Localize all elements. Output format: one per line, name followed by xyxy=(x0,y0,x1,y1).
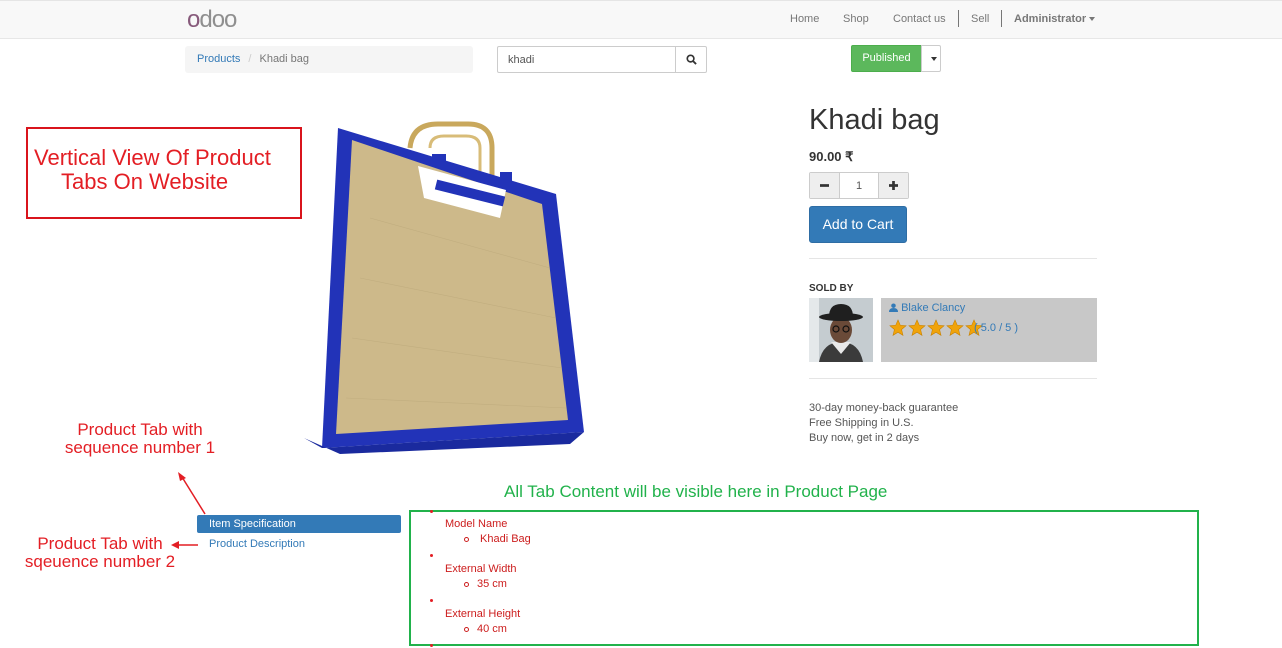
minus-icon xyxy=(820,184,829,187)
star-icon xyxy=(927,319,945,336)
increase-quantity-button[interactable] xyxy=(879,173,908,198)
bullet-circle-icon xyxy=(464,627,469,632)
nav-contact-link[interactable]: Contact us xyxy=(893,13,946,25)
bullet-icon xyxy=(430,599,433,602)
star-icon xyxy=(946,319,964,336)
rating-value: ( 5.0 / 5 ) xyxy=(974,322,1019,334)
spec-name: External Height xyxy=(445,608,521,620)
user-icon xyxy=(889,303,898,312)
annotation-tab2-line2: sqeuence number 2 xyxy=(24,552,176,571)
delivery-text: Buy now, get in 2 days xyxy=(809,432,920,444)
seller-card: Blake Clancy ( 5.0 / 5 ) xyxy=(881,298,1097,362)
divider xyxy=(809,258,1097,259)
search-icon xyxy=(685,54,697,65)
sold-by-label: SOLD BY xyxy=(809,283,854,294)
search-button[interactable] xyxy=(675,46,707,73)
bullet-icon xyxy=(430,554,433,557)
published-toggle-button[interactable]: Published xyxy=(851,45,922,72)
breadcrumb-separator: / xyxy=(248,53,252,65)
add-to-cart-button[interactable]: Add to Cart xyxy=(809,206,907,243)
user-menu[interactable]: Administrator xyxy=(1014,13,1096,25)
breadcrumb-products-link[interactable]: Products xyxy=(197,53,240,65)
nav-divider xyxy=(958,10,959,27)
search-input[interactable] xyxy=(497,46,676,73)
breadcrumb: Products / Khadi bag xyxy=(185,46,473,73)
plus-icon xyxy=(889,181,898,190)
quantity-input[interactable] xyxy=(839,173,879,198)
bullet-circle-icon xyxy=(464,582,469,587)
tab-item-specification[interactable]: Item Specification xyxy=(197,515,401,533)
bullet-icon xyxy=(430,644,433,647)
spec-value: 40 cm xyxy=(477,623,507,635)
nav-sell-link[interactable]: Sell xyxy=(971,13,989,25)
annotation-content-note: All Tab Content will be visible here in … xyxy=(504,482,888,501)
star-icon xyxy=(908,319,926,336)
nav-shop-link[interactable]: Shop xyxy=(843,13,869,25)
breadcrumb-current: Khadi bag xyxy=(259,53,310,65)
tab-product-description[interactable]: Product Description xyxy=(209,538,305,550)
bullet-icon xyxy=(430,510,433,513)
nav-home-link[interactable]: Home xyxy=(790,13,819,25)
spec-name: External Width xyxy=(445,563,517,575)
nav-divider xyxy=(1001,10,1002,27)
guarantee-text: 30-day money-back guarantee xyxy=(809,402,959,414)
annotation-tab1-line1: Product Tab with xyxy=(77,420,203,439)
spec-name: Model Name xyxy=(445,518,508,530)
rating-stars xyxy=(889,319,983,337)
divider xyxy=(809,378,1097,379)
quantity-stepper xyxy=(809,172,909,199)
star-icon xyxy=(889,319,907,336)
seller-link[interactable]: Blake Clancy xyxy=(889,302,965,314)
spec-value: Khadi Bag xyxy=(480,533,531,545)
annotation-tab1-line2: sequence number 1 xyxy=(64,438,216,457)
chevron-down-icon xyxy=(1089,17,1096,22)
spec-value: 35 cm xyxy=(477,578,507,590)
annotation-title-line2: Tabs On Website xyxy=(61,169,229,194)
product-title: Khadi bag xyxy=(809,104,940,136)
product-price: 90.00 ₹ xyxy=(809,149,854,164)
seller-avatar[interactable] xyxy=(809,298,873,362)
user-name: Administrator xyxy=(1014,13,1087,25)
annotation-tab2-line1: Product Tab with xyxy=(37,534,163,553)
publish-dropdown-button[interactable] xyxy=(921,45,941,72)
decrease-quantity-button[interactable] xyxy=(810,173,839,198)
product-page: odoo Home Shop Contact us Sell Administr… xyxy=(0,0,1282,648)
bullet-circle-icon xyxy=(464,537,469,542)
seller-name: Blake Clancy xyxy=(901,302,966,314)
top-navbar: odoo Home Shop Contact us Sell Administr… xyxy=(0,0,1282,39)
chevron-down-icon xyxy=(931,57,937,61)
arrow-icon xyxy=(178,472,206,515)
odoo-logo[interactable]: odoo xyxy=(187,8,237,32)
tab-content-panel xyxy=(409,510,1199,646)
product-image xyxy=(304,121,584,454)
annotation-title-line1: Vertical View Of Product xyxy=(34,145,271,170)
shipping-text: Free Shipping in U.S. xyxy=(809,417,914,429)
